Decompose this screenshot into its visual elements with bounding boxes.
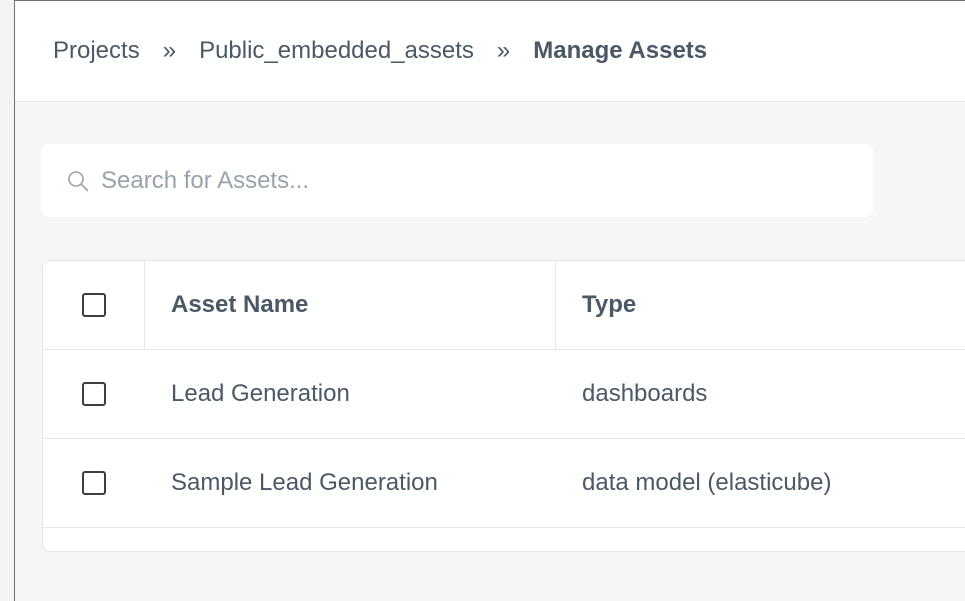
breadcrumb-project-name[interactable]: Public_embedded_assets xyxy=(199,37,474,65)
row-check-cell xyxy=(43,350,145,438)
column-header-asset-name[interactable]: Asset Name xyxy=(145,261,556,349)
breadcrumb-separator: » xyxy=(162,37,177,64)
asset-type-cell: data model (elasticube) xyxy=(582,469,832,496)
row-checkbox[interactable] xyxy=(82,382,106,406)
page-title: Manage Assets xyxy=(533,37,708,64)
search-icon xyxy=(68,170,89,191)
select-all-cell xyxy=(43,261,145,349)
breadcrumb-separator: » xyxy=(496,37,511,64)
search-input[interactable] xyxy=(101,166,801,195)
row-checkbox[interactable] xyxy=(82,471,106,495)
column-header-type[interactable]: Type xyxy=(556,261,965,349)
select-all-checkbox[interactable] xyxy=(81,293,106,317)
search-box[interactable] xyxy=(41,144,873,217)
row-check-cell xyxy=(43,439,145,527)
asset-name-cell: Sample Lead Generation xyxy=(171,469,438,496)
manage-assets-page: Projects » Public_embedded_assets » Mana… xyxy=(14,0,965,601)
breadcrumb-projects[interactable]: Projects xyxy=(53,37,140,65)
table-row[interactable]: Lead Generation dashboards xyxy=(43,350,965,439)
asset-name-cell: Lead Generation xyxy=(171,380,350,407)
table-row[interactable]: Sample Lead Generation data model (elast… xyxy=(43,439,965,528)
assets-table: Asset Name Type Lead Generation dashboar… xyxy=(42,260,965,552)
breadcrumb: Projects » Public_embedded_assets » Mana… xyxy=(15,1,965,102)
table-header-row: Asset Name Type xyxy=(43,261,965,350)
asset-type-cell: dashboards xyxy=(582,380,708,407)
